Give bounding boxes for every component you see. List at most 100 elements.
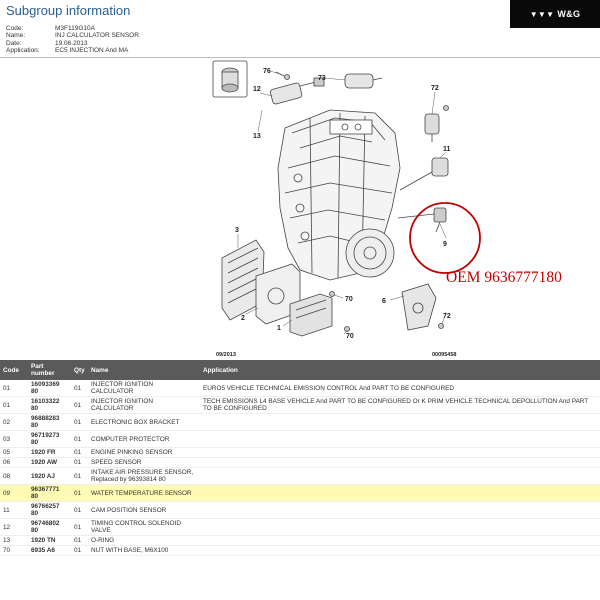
column-header-code[interactable]: Code: [0, 360, 28, 380]
cell-part-number: 96766257 80: [28, 501, 71, 519]
cell-application: [200, 535, 600, 546]
cell-qty: 01: [71, 518, 88, 536]
part-12-drawing: [269, 77, 325, 105]
cell-qty: 01: [71, 535, 88, 546]
cell-part-number: 16093369 80: [28, 380, 71, 397]
cell-application: [200, 413, 600, 431]
callout-label: 2: [241, 315, 245, 322]
part-73-drawing: [344, 73, 383, 89]
cell-application: [200, 457, 600, 468]
callout-label: 1: [277, 325, 281, 332]
meta-value: EC5 INJECTION And MA: [55, 47, 129, 55]
parts-table-body: 01 16093369 80 01 INJECTOR IGNITION CALCULA…: [0, 380, 600, 556]
parts-table: Code Part number Qty Name Application 01…: [0, 360, 600, 556]
cell-part-number: 96746802 80: [28, 518, 71, 536]
cell-qty: 01: [71, 484, 88, 502]
table-row[interactable]: 70 6935 A6 01 NUT WITH BASE, M6X100: [0, 545, 600, 556]
cell-application: [200, 501, 600, 519]
cell-application: [200, 545, 600, 556]
cell-name: INJECTOR IGNITION CALCULATOR: [88, 380, 200, 397]
cell-application: EURO5 VEHICLE TECHNICAL EMISSION CONTROL…: [200, 380, 600, 397]
table-row[interactable]: 08 1920 AJ 01 INTAKE AIR PRESSURE SENSOR, R…: [0, 467, 600, 485]
cell-application: [200, 467, 600, 485]
cell-name: CAM POSITION SENSOR: [88, 501, 200, 519]
cell-qty: 01: [71, 467, 88, 485]
part-11-drawing: [399, 157, 449, 191]
brand-mark-icon: ▼▼▼: [529, 9, 555, 19]
diagram-date-code: 09/2013: [216, 352, 236, 358]
table-row[interactable]: 01 16093369 80 01 INJECTOR IGNITION CALCULA…: [0, 380, 600, 397]
cell-name: INJECTOR IGNITION CALCULATOR: [88, 396, 200, 414]
cell-qty: 01: [71, 430, 88, 448]
cell-name: ELECTRONIC BOX BRACKET: [88, 413, 200, 431]
cell-qty: 01: [71, 413, 88, 431]
callout-label: 72: [431, 85, 439, 92]
cell-code: 06: [0, 457, 28, 468]
subgroup-meta: Code: M3F119G10A Name: INJ CALCULATOR SENS…: [6, 25, 139, 55]
table-row[interactable]: 13 1920 TN 01 O-RING: [0, 535, 600, 546]
subgroup-header: Subgroup information Code: M3F119G10A Nam…: [0, 0, 600, 58]
cell-application: [200, 430, 600, 448]
callout-label: 6: [382, 298, 386, 305]
subgroup-info-page: Subgroup information Code: M3F119G10A Nam…: [0, 0, 600, 600]
meta-application-row: Application: EC5 INJECTION And MA: [6, 47, 139, 54]
meta-key: Application:: [6, 47, 40, 55]
cell-part-number: 1920 AJ: [28, 467, 71, 485]
table-row[interactable]: 03 96719273 80 01 COMPUTER PROTECTOR: [0, 430, 600, 448]
brand-name: W&G: [557, 9, 581, 19]
page-title: Subgroup information: [6, 3, 131, 18]
cell-name: ENGINE PINKING SENSOR: [88, 447, 200, 458]
cell-part-number: 1920 FR: [28, 447, 71, 458]
parts-diagram: 76 12 13 73 72 11 9 3 2 1 70 6 72 70 09/…: [0, 58, 600, 360]
meta-value: 19.06.2013: [55, 39, 88, 47]
column-header-part-number[interactable]: Part number: [28, 360, 71, 380]
table-row[interactable]: 01 16103322 80 01 INJECTOR IGNITION CALCULA…: [0, 396, 600, 414]
table-row[interactable]: 02 96888283 80 01 ELECTRONIC BOX BRACKET: [0, 413, 600, 431]
table-row[interactable]: 12 96746802 80 01 TIMING CONTROL SOLENOID V…: [0, 518, 600, 536]
cell-application: [200, 518, 600, 536]
cell-name: COMPUTER PROTECTOR: [88, 430, 200, 448]
table-row[interactable]: 06 1920 AW 01 SPEED SENSOR: [0, 457, 600, 468]
cell-name: INTAKE AIR PRESSURE SENSOR, Replaced by …: [88, 467, 200, 485]
meta-value: INJ CALCULATOR SENSOR: [55, 32, 139, 40]
cell-code: 01: [0, 396, 28, 414]
meta-date-row: Date: 19.06.2013: [6, 40, 139, 47]
callout-label: 11: [443, 146, 451, 153]
cell-name: WATER TEMPERATURE SENSOR: [88, 484, 200, 502]
diagram-ref-code: 00095458: [432, 352, 456, 358]
cell-code: 02: [0, 413, 28, 431]
cell-code: 13: [0, 535, 28, 546]
meta-key: Code:: [6, 25, 24, 32]
cell-qty: 01: [71, 380, 88, 397]
column-header-application[interactable]: Application: [200, 360, 600, 380]
callout-label: 73: [318, 75, 326, 82]
cell-code: 08: [0, 467, 28, 485]
meta-key: Name:: [6, 32, 26, 40]
callout-label: 3: [235, 227, 239, 234]
callout-label: 72: [443, 313, 451, 320]
cell-code: 11: [0, 501, 28, 519]
callout-label: 9: [443, 241, 447, 248]
table-row[interactable]: 05 1920 FR 01 ENGINE PINKING SENSOR: [0, 447, 600, 458]
brand-logo: ▼▼▼ W&G: [510, 0, 600, 28]
part-72-top-drawing: [424, 105, 449, 142]
meta-key: Date:: [6, 39, 22, 47]
column-header-name[interactable]: Name: [88, 360, 200, 380]
cell-name: TIMING CONTROL SOLENOID VALVE: [88, 518, 200, 536]
cell-part-number: 6935 A6: [28, 545, 71, 556]
column-header-qty[interactable]: Qty: [71, 360, 88, 380]
cell-part-number: 16103322 80: [28, 396, 71, 414]
callout-label: 70: [345, 296, 353, 303]
oem-number-label: OEM 9636777180: [446, 269, 562, 286]
cell-part-number: 96888283 80: [28, 413, 71, 431]
meta-value: M3F119G10A: [55, 25, 95, 32]
cell-application: TECH EMISSIONS L4 BASE VEHICLE And PART …: [200, 396, 600, 414]
callout-label: 76: [263, 68, 271, 75]
cell-qty: 01: [71, 545, 88, 556]
cell-name: SPEED SENSOR: [88, 457, 200, 468]
cell-code: 03: [0, 430, 28, 448]
table-row[interactable]: 09 96367771 80 01 WATER TEMPERATURE SENSOR: [0, 484, 600, 502]
cell-application: [200, 447, 600, 458]
callout-label: 70: [346, 333, 354, 340]
table-row[interactable]: 11 96766257 80 01 CAM POSITION SENSOR: [0, 501, 600, 519]
